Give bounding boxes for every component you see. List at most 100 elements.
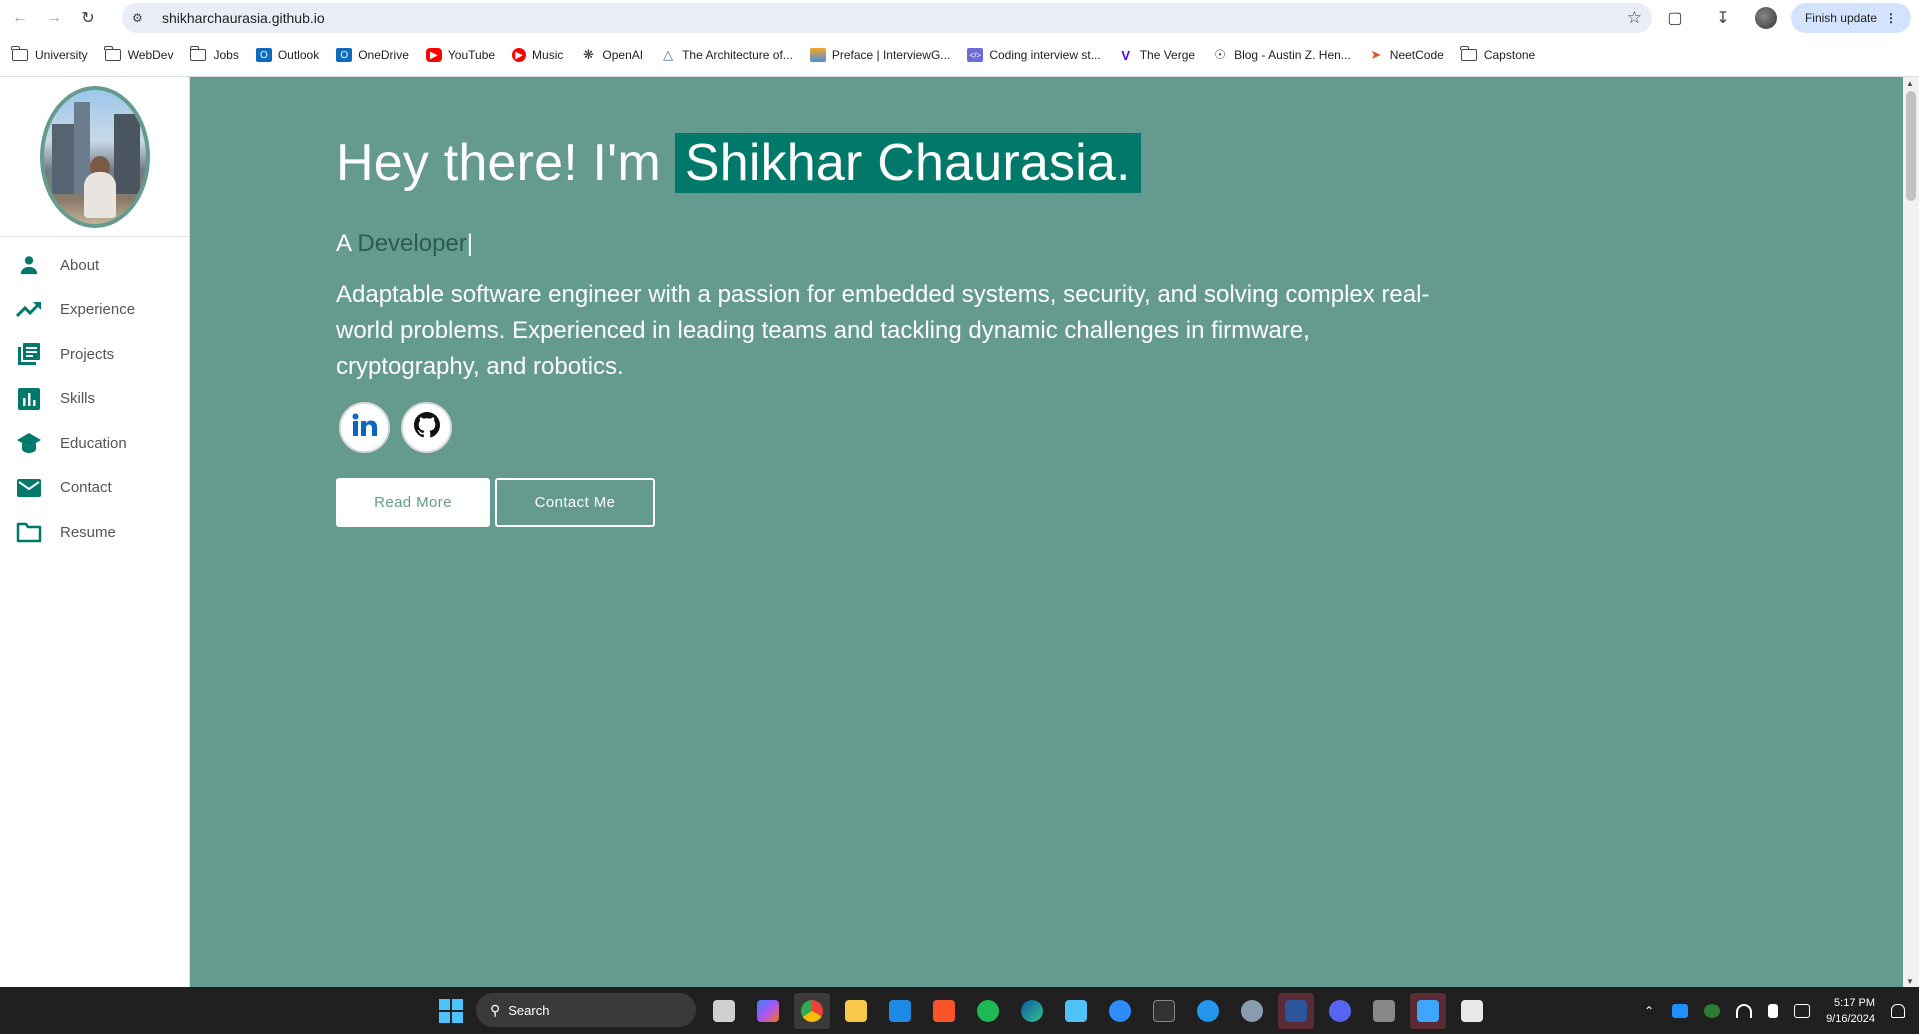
chevron-up-icon[interactable]: ⌃	[1644, 1004, 1654, 1018]
openai-icon: ❋	[582, 47, 594, 62]
task-view-icon[interactable]	[706, 993, 742, 1029]
docker-icon[interactable]	[1190, 993, 1226, 1029]
hero-heading: Hey there! I'm Shikhar Chaurasia.	[336, 133, 1141, 193]
youtube-icon: ▶	[425, 48, 442, 62]
volume-icon[interactable]	[1768, 1003, 1779, 1018]
more-menu-icon[interactable]: ⋮	[1885, 11, 1897, 25]
contact-me-button[interactable]: Contact Me	[495, 478, 655, 527]
sidebar-item-contact[interactable]: Contact	[0, 466, 189, 511]
github-icon	[413, 412, 440, 443]
bookmark-jobs[interactable]: Jobs	[189, 46, 239, 62]
sidebar-item-projects[interactable]: Projects	[0, 332, 189, 377]
book-icon	[809, 48, 826, 62]
folder-icon	[16, 519, 42, 545]
sidebar-item-about[interactable]: About	[0, 243, 189, 288]
address-bar[interactable]: ⚙ shikharchaurasia.github.io ☆	[122, 3, 1652, 33]
terminal-icon[interactable]	[1146, 993, 1182, 1029]
bookmarks-bar: University WebDev Jobs O Outlook O OneDriv…	[0, 40, 1919, 70]
wifi-icon[interactable]	[1736, 1003, 1753, 1018]
folder-icon	[189, 46, 207, 61]
clock-date: 9/16/2024	[1826, 1012, 1875, 1025]
back-icon[interactable]: ←	[6, 4, 34, 32]
vpn-icon[interactable]	[1704, 1003, 1721, 1018]
sidebar-item-skills[interactable]: Skills	[0, 377, 189, 422]
music-icon: ▶	[512, 48, 527, 62]
notification-bell-icon[interactable]	[1891, 1003, 1905, 1018]
taskbar: ⚲ Search ⌃ 5:17 PM 9/16/2024	[0, 987, 1919, 1034]
sidebar-item-label: Education	[60, 434, 127, 452]
zoom-icon[interactable]	[1102, 993, 1138, 1029]
spotify-icon[interactable]	[970, 993, 1006, 1029]
photos-icon[interactable]	[1410, 993, 1446, 1029]
finish-update-button[interactable]: Finish update ⋮	[1790, 3, 1911, 33]
sidebar-item-education[interactable]: Education	[0, 421, 189, 466]
scroll-down-icon[interactable]: ▼	[1906, 977, 1914, 986]
bookmark-outlook[interactable]: O Outlook	[255, 48, 320, 62]
bookmark-the-verge[interactable]: V The Verge	[1118, 48, 1195, 63]
bookmark-label: Jobs	[213, 48, 239, 62]
scroll-up-icon[interactable]: ▲	[1906, 79, 1914, 88]
photo-building	[52, 123, 74, 194]
word-icon[interactable]	[1278, 993, 1314, 1029]
social-links	[339, 402, 463, 453]
bookmark-music[interactable]: ▶ Music	[512, 48, 563, 62]
url-text[interactable]: shikharchaurasia.github.io	[162, 10, 325, 26]
vscode-icon[interactable]	[882, 993, 918, 1029]
settings-icon[interactable]	[1234, 993, 1270, 1029]
onedrive-icon[interactable]	[1672, 1003, 1689, 1018]
sidebar-item-experience[interactable]: Experience	[0, 288, 189, 333]
snipping-tool-icon[interactable]	[1454, 993, 1490, 1029]
bookmark-youtube[interactable]: ▶ YouTube	[425, 48, 495, 62]
battery-icon[interactable]	[1794, 1003, 1811, 1018]
linkedin-link[interactable]	[339, 402, 390, 453]
taskbar-apps	[706, 993, 1498, 1029]
bookmark-openai[interactable]: ❋ OpenAI	[580, 47, 643, 62]
calculator-icon[interactable]	[1366, 993, 1402, 1029]
bookmark-coding-interview[interactable]: </> Coding interview st...	[967, 48, 1101, 62]
sidebar-item-label: Resume	[60, 523, 116, 541]
forward-icon[interactable]: →	[40, 4, 68, 32]
notepad-icon[interactable]	[1058, 993, 1094, 1029]
scroll-thumb[interactable]	[1906, 91, 1916, 201]
bookmark-preface[interactable]: Preface | InterviewG...	[809, 48, 950, 62]
bookmark-blog[interactable]: ☉ Blog - Austin Z. Hen...	[1212, 47, 1351, 62]
download-icon[interactable]: ↧	[1707, 2, 1739, 34]
windows-start-icon[interactable]	[439, 999, 463, 1023]
taskbar-search[interactable]: ⚲ Search	[476, 993, 696, 1027]
edge-icon[interactable]	[1014, 993, 1050, 1029]
bookmark-label: WebDev	[127, 48, 174, 62]
profile-avatar[interactable]	[1754, 7, 1777, 29]
extensions-icon[interactable]: ▢	[1659, 2, 1691, 34]
sidebar-menu: About Experience Projects Skills Educati…	[0, 243, 189, 555]
file-explorer-icon[interactable]	[838, 993, 874, 1029]
reload-icon[interactable]: ↻	[74, 4, 102, 32]
graduation-cap-icon	[16, 430, 42, 456]
github-link[interactable]	[401, 402, 452, 453]
page-viewport: About Experience Projects Skills Educati…	[0, 76, 1919, 988]
profile-photo	[40, 85, 150, 228]
search-icon: ⚲	[490, 1001, 501, 1018]
bookmark-label: Outlook	[277, 48, 320, 62]
copilot-icon[interactable]	[750, 993, 786, 1029]
bookmark-star-icon[interactable]: ☆	[1627, 8, 1642, 28]
chrome-icon[interactable]	[794, 993, 830, 1029]
site-info-icon[interactable]: ⚙	[132, 11, 154, 25]
read-more-button[interactable]: Read More	[336, 478, 490, 527]
clock[interactable]: 5:17 PM 9/16/2024	[1826, 995, 1875, 1027]
sidebar-item-resume[interactable]: Resume	[0, 510, 189, 555]
brave-icon[interactable]	[926, 993, 962, 1029]
bookmark-onedrive[interactable]: O OneDrive	[336, 48, 409, 62]
sidebar-item-label: Experience	[60, 301, 136, 319]
bookmark-webdev[interactable]: WebDev	[104, 46, 174, 62]
bookmark-university[interactable]: University	[11, 46, 88, 62]
mail-icon	[16, 475, 42, 501]
discord-icon[interactable]	[1322, 993, 1358, 1029]
taskbar-search-label: Search	[508, 1002, 550, 1018]
outlook-icon: O	[255, 48, 272, 62]
bookmark-neetcode[interactable]: ➤ NeetCode	[1368, 47, 1444, 62]
hero-role-prefix: A	[336, 230, 358, 257]
page-scrollbar[interactable]: ▲ ▼	[1903, 77, 1919, 988]
bookmark-architecture[interactable]: △ The Architecture of...	[660, 47, 793, 62]
bookmark-label: Coding interview st...	[989, 48, 1101, 62]
bookmark-capstone[interactable]: Capstone	[1460, 46, 1535, 62]
